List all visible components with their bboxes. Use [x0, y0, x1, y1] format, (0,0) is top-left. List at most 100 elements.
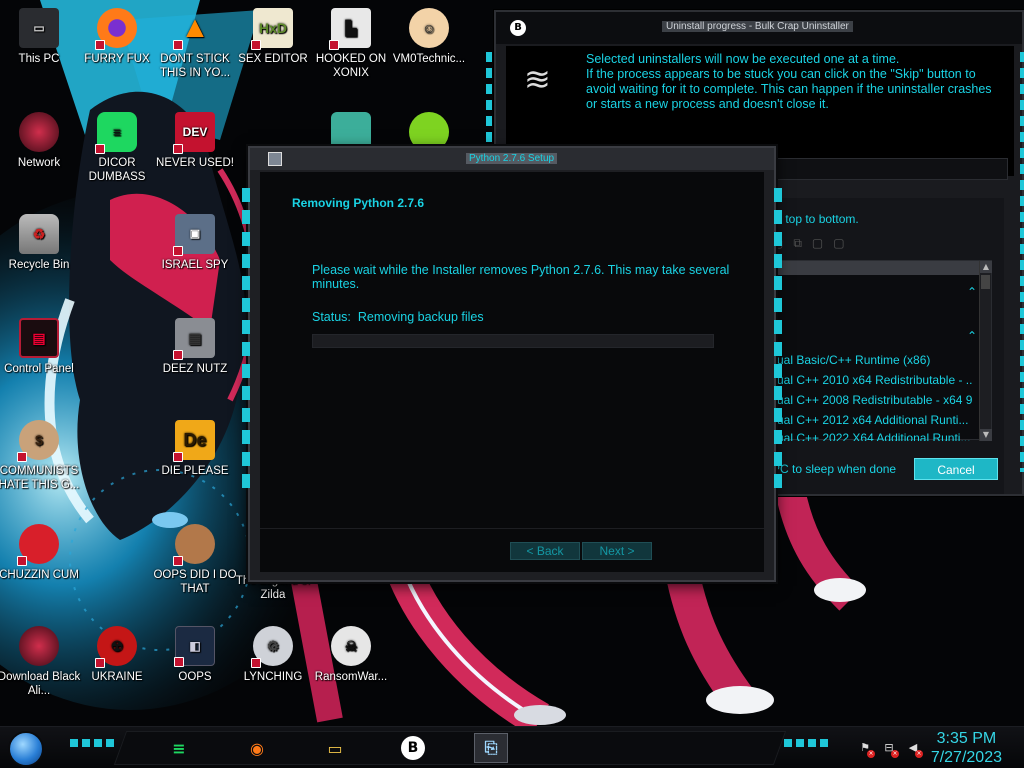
desktop-icon-label: This PC — [18, 53, 60, 65]
setup-titlebar[interactable]: Python 2.7.6 Setup — [250, 148, 774, 170]
bcu-cancel-button[interactable]: Cancel — [914, 458, 998, 480]
desktop-icon-ukraine[interactable]: ☢ UKRAINE — [74, 626, 160, 684]
desktop-icon-download-black[interactable]: Download Black Ali... — [0, 626, 82, 698]
desktop-icon-label: Download Black Ali... — [0, 671, 81, 697]
bcu-info-line-1: Selected uninstallers will now be execut… — [586, 52, 900, 66]
bcu-list-area: m top to bottom. ▢⧉▢▢ ⌃ ⌃ ual Basic/C++ … — [772, 198, 1004, 494]
dev-cpp-icon: DEV — [173, 112, 215, 154]
doctor-icon: ☺ — [409, 8, 449, 48]
desktop-icon-sex-editor[interactable]: HxD SEX EDITOR — [230, 8, 316, 66]
desktop-icon-die-please[interactable]: De DIE PLEASE — [152, 420, 238, 478]
scroll-down-icon[interactable]: ▼ — [980, 429, 992, 441]
list-item[interactable]: ual C++ 2022 X64 Additional Runti... — [777, 431, 973, 441]
desktop-icon-never-used[interactable]: DEV NEVER USED! — [152, 112, 238, 170]
bcu-taskbar-icon[interactable]: B — [396, 733, 430, 763]
scroll-thumb[interactable] — [981, 275, 990, 289]
desktop-icon-oops[interactable]: ◧ OOPS — [152, 626, 238, 684]
desktop-icon-furry-fux[interactable]: FURRY FUX — [74, 8, 160, 66]
tray-flag-icon[interactable]: ⚑ × — [858, 741, 875, 758]
desktop-icon-label: UKRAINE — [91, 671, 143, 683]
setup-status: Status: Removing backup files — [312, 310, 484, 324]
desktop-icon-dicor[interactable]: ≡ DICOR DUMBASS — [74, 112, 160, 184]
spotify-taskbar-icon[interactable]: ≡ — [162, 733, 196, 763]
installer-icon — [268, 152, 282, 166]
decor-glow — [774, 188, 782, 488]
python-setup-window[interactable]: Python 2.7.6 Setup Removing Python 2.7.6… — [242, 146, 782, 582]
list-item[interactable]: ual C++ 2012 x64 Additional Runti... — [777, 413, 973, 427]
desktop-icon-network[interactable]: Network — [0, 112, 82, 170]
list-item[interactable]: ual Basic/C++ Runtime (x86) — [777, 353, 973, 367]
network-tray-icon[interactable]: ⊟ × — [882, 741, 899, 758]
desktop-icon-label: NEVER USED! — [156, 157, 234, 169]
taskbar: ≡ ◉ ▭ B ⎘ ⚑ × ⊟ × ◀ × 3:35 PM 7/27/2023 — [0, 726, 1024, 768]
desktop-icon-lynching[interactable]: ⚙ LYNCHING — [230, 626, 316, 684]
firefox-taskbar-icon[interactable]: ◉ — [240, 733, 274, 763]
python-setup-taskbar-icon[interactable]: ⎘ — [474, 733, 508, 763]
next-button[interactable]: Next > — [582, 542, 652, 560]
chat-icon: ≡ — [95, 112, 137, 154]
collapse-chevron-icon[interactable]: ⌃ — [967, 329, 977, 343]
bcu-logo-icon: B — [510, 20, 526, 36]
bcu-titlebar[interactable]: B Uninstall progress - Bulk Crap Uninsta… — [496, 12, 1022, 44]
setup-header-title: Removing Python 2.7.6 — [292, 196, 425, 210]
setup-status-value: Removing backup files — [357, 310, 484, 324]
decor-glow — [1020, 52, 1024, 472]
back-button[interactable]: < Back — [510, 542, 580, 560]
collapse-chevron-icon[interactable]: ⌃ — [967, 285, 977, 299]
desktop-icon-control-panel[interactable]: ▤ Control Panel — [0, 318, 82, 376]
decor-glow — [70, 739, 114, 747]
list-item[interactable]: ual C++ 2010 x64 Redistributable - ... — [777, 373, 973, 387]
network-icon — [19, 112, 59, 152]
bcu-uninstaller-list[interactable]: ⌃ ⌃ ual Basic/C++ Runtime (x86) ual C++ … — [772, 260, 992, 441]
money-bag-icon: $ — [17, 420, 59, 462]
bcu-info-text: Selected uninstallers will now be execut… — [586, 52, 1006, 112]
bcu-list-scrollbar[interactable]: ▲ ▼ — [979, 261, 992, 441]
firefox-icon — [95, 8, 137, 50]
taskbar-clock[interactable]: 3:35 PM 7/27/2023 — [931, 729, 1002, 767]
desktop-icon-label: Recycle Bin — [8, 259, 70, 271]
portrait-icon — [173, 524, 215, 566]
bcu-info-line-2: If the process appears to be stuck you c… — [586, 67, 992, 111]
desktop-icon-label: ISRAEL SPY — [161, 259, 229, 271]
desktop-icon-label: CHUZZIN CUM — [0, 569, 79, 581]
desktop-icon-chuzzin[interactable]: CHUZZIN CUM — [0, 524, 82, 582]
control-panel-icon: ▤ — [19, 318, 59, 358]
clock-date: 7/27/2023 — [930, 749, 1002, 766]
gear-icon: ⚙ — [251, 626, 293, 668]
decor-glow — [242, 188, 250, 488]
setup-window-title: Python 2.7.6 Setup — [466, 153, 558, 164]
desktop-icon-hooked-on-xonix[interactable]: ▙ HOOKED ON XONIX — [308, 8, 394, 80]
hxd-icon: HxD — [251, 8, 293, 50]
desktop-icon-dont-stick[interactable]: ▲ DONT STICK THIS IN YO... — [152, 8, 238, 80]
desktop-icon-label: COMMUNISTS HATE THIS G... — [0, 465, 80, 491]
volume-muted-icon[interactable]: ◀ × — [906, 741, 923, 758]
desktop-icon-communists[interactable]: $ COMMUNISTS HATE THIS G... — [0, 420, 82, 492]
desktop-icon-deez-nutz[interactable]: ▦ DEEZ NUTZ — [152, 318, 238, 376]
bcu-toolbar-icons: ▢⧉▢▢ — [772, 236, 855, 250]
desktop-icon-label: DICOR DUMBASS — [88, 157, 146, 183]
desktop-icon-label: LYNCHING — [243, 671, 303, 683]
list-item[interactable]: ual C++ 2008 Redistributable - x64 9... — [777, 393, 973, 407]
book-icon: ◧ — [174, 626, 215, 667]
file-explorer-taskbar-icon[interactable]: ▭ — [318, 733, 352, 763]
taskbar-shelf — [113, 731, 787, 765]
spy-app-icon: ▣ — [173, 214, 215, 256]
desktop-icon-label: RansomWar... — [314, 671, 388, 683]
desktop-icon-recycle-bin[interactable]: ♻ Recycle Bin — [0, 214, 82, 272]
desktop-icon-oops-did-i[interactable]: OOPS DID I DO THAT — [152, 524, 238, 596]
bcu-sleep-option[interactable]: PC to sleep when done — [772, 462, 896, 476]
desktop-icon-vm0technic[interactable]: ☺ VM0Technic... — [386, 8, 472, 66]
start-button[interactable] — [8, 731, 44, 767]
chuzzle-icon — [17, 524, 59, 566]
desktop-icon-label: Network — [17, 157, 61, 169]
decor-glow — [784, 739, 828, 747]
setup-message: Please wait while the Installer removes … — [312, 263, 730, 291]
desktop-icon-this-pc[interactable]: ▭ This PC — [0, 8, 82, 66]
desktop-icon-label: DONT STICK THIS IN YO... — [159, 53, 231, 79]
desktop-icon-label: OOPS — [178, 671, 212, 683]
desktop-icon-ransomware[interactable]: ☠ RansomWar... — [308, 626, 394, 684]
scroll-up-icon[interactable]: ▲ — [980, 261, 992, 273]
desktop-icon-israel-spy[interactable]: ▣ ISRAEL SPY — [152, 214, 238, 272]
bcu-logo-icon: B — [401, 736, 425, 760]
desktop-icon-label: VM0Technic... — [392, 53, 466, 65]
